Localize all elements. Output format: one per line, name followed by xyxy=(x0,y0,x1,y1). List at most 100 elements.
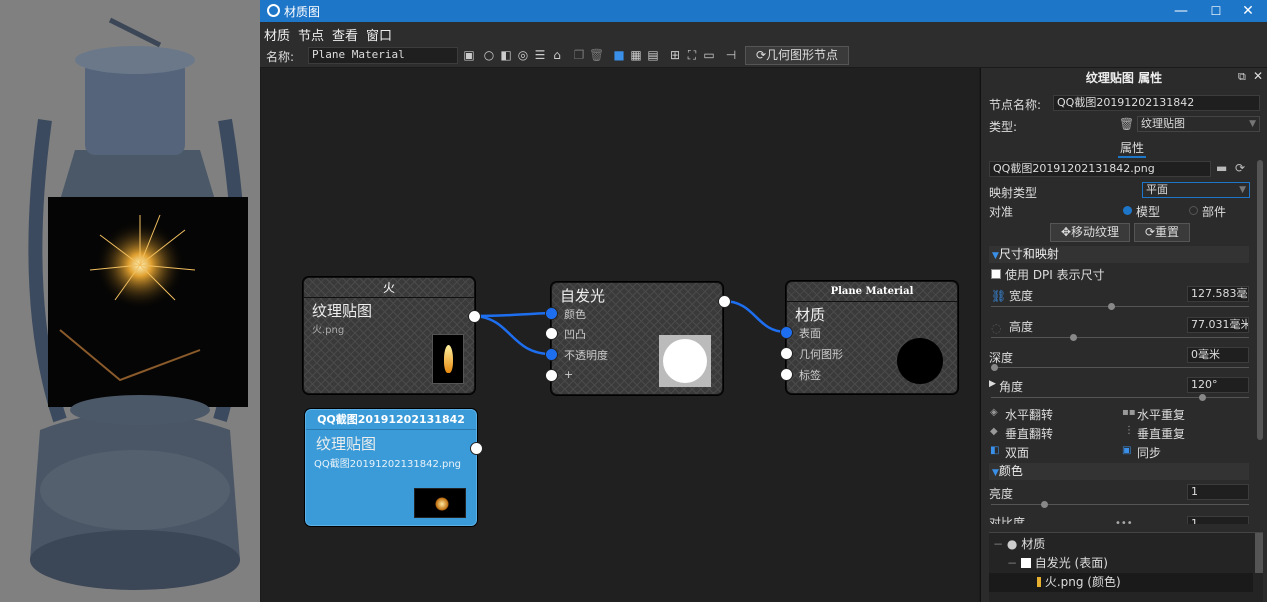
flip-v-icon: ◆ xyxy=(990,426,998,437)
brightness-slider[interactable] xyxy=(991,504,1249,505)
mapping-type-value: 平面 xyxy=(1146,183,1168,196)
input-port-add[interactable] xyxy=(545,369,558,382)
node-graph[interactable]: 火 纹理贴图 火.png 自发光 颜色 凹凸 不透明度 + Plane Mate… xyxy=(261,68,979,602)
depth-input[interactable]: 0毫米 xyxy=(1187,347,1249,363)
brightness-slider-knob[interactable] xyxy=(1041,501,1048,508)
float-icon[interactable]: ⧉ xyxy=(1238,70,1246,84)
section-size-mapping[interactable]: ▼尺寸和映射 xyxy=(989,246,1249,263)
node-file: 火.png xyxy=(312,325,345,336)
angle-input[interactable]: 120° xyxy=(1187,377,1249,393)
output-port[interactable] xyxy=(718,295,731,308)
input-port-bump[interactable] xyxy=(545,327,558,340)
folder-icon[interactable]: ▬ xyxy=(1216,161,1227,175)
tab-properties[interactable]: 属性 xyxy=(1118,139,1147,158)
menu-material[interactable]: 材质 xyxy=(264,25,290,44)
toolbar: 名称: Plane Material ▣ ○ ◧ ◎ ☰ ⌂ ❐ 🗑 ■ ▦ ▤… xyxy=(260,44,1267,68)
move-texture-button[interactable]: ✥移动纹理 xyxy=(1050,223,1130,242)
type-label: 类型: xyxy=(989,120,1018,134)
brightness-label: 亮度 xyxy=(989,487,1014,501)
tree-item-emission[interactable]: − 自发光 (表面) xyxy=(1007,554,1108,573)
link-icon[interactable]: ⛓ xyxy=(991,289,1006,303)
node-material[interactable]: Plane Material 材质 表面 几何图形 标签 xyxy=(780,281,958,394)
contrast-input[interactable]: 1 xyxy=(1187,516,1249,524)
flip-h-button[interactable]: 水平翻转 xyxy=(1005,406,1053,423)
tree-item-fire-png[interactable]: 火.png (颜色) xyxy=(989,573,1253,592)
width-slider[interactable] xyxy=(991,306,1249,307)
tree-item-material[interactable]: − ● 材质 xyxy=(993,535,1045,554)
section-color[interactable]: ▼颜色 xyxy=(989,463,1249,480)
node-qq-texture[interactable]: QQ截图20191202131842 纹理贴图 QQ截图201912021318… xyxy=(305,409,483,526)
node-emission[interactable]: 自发光 颜色 凹凸 不透明度 + xyxy=(545,282,731,395)
frame-icon[interactable]: ▭ xyxy=(702,48,716,62)
height-input[interactable]: 77.031毫米 xyxy=(1187,317,1249,333)
flip-v-button[interactable]: 垂直翻转 xyxy=(1005,425,1053,442)
input-port-color[interactable] xyxy=(545,307,558,320)
grid-icon[interactable]: ▦ xyxy=(629,48,643,62)
lock-icon[interactable]: ⌂ xyxy=(550,48,564,62)
radio-part[interactable] xyxy=(1189,206,1198,215)
trash-icon[interactable]: 🗑 xyxy=(1119,117,1134,131)
copy-icon[interactable]: ❐ xyxy=(572,48,586,62)
checker-icon[interactable]: ◧ xyxy=(499,48,513,62)
target-icon[interactable]: ◎ xyxy=(516,48,530,62)
splitter-handle[interactable]: ••• xyxy=(1115,518,1133,529)
geometry-node-button[interactable]: ⟳几何图形节点 xyxy=(745,46,849,65)
port-label: 标签 xyxy=(799,369,821,382)
title-bar: 材质图 — ☐ ✕ xyxy=(260,0,1267,22)
brightness-input[interactable]: 1 xyxy=(1187,484,1249,500)
delete-icon[interactable]: 🗑 xyxy=(589,48,604,62)
menu-window[interactable]: 窗口 xyxy=(366,25,392,44)
node-name-input[interactable]: QQ截图20191202131842 xyxy=(1053,95,1260,111)
close-button[interactable]: ✕ xyxy=(1232,0,1264,22)
sliders-icon[interactable]: ☰ xyxy=(533,48,547,62)
angle-slider-knob[interactable] xyxy=(1199,394,1206,401)
output-port[interactable] xyxy=(470,442,483,455)
texture-file-input[interactable]: QQ截图20191202131842.png xyxy=(989,161,1211,177)
fit-icon[interactable]: ⛶ xyxy=(685,48,699,62)
menu-node[interactable]: 节点 xyxy=(298,25,324,44)
depth-slider[interactable] xyxy=(991,367,1249,368)
chevron-right-icon[interactable]: ▶ xyxy=(989,379,996,389)
type-select[interactable]: 纹理贴图 ▼ xyxy=(1137,116,1260,132)
angle-slider[interactable] xyxy=(991,397,1249,398)
panel-scrollbar[interactable] xyxy=(1257,160,1263,440)
panel-close-icon[interactable]: ✕ xyxy=(1253,69,1263,83)
save-icon[interactable]: ▣ xyxy=(462,48,476,62)
connect-icon[interactable]: ⊣ xyxy=(724,48,738,62)
dpi-checkbox[interactable] xyxy=(991,269,1001,279)
input-port-surface[interactable] xyxy=(780,326,793,339)
maximize-button[interactable]: ☐ xyxy=(1200,0,1232,22)
node-type: 自发光 xyxy=(560,287,606,305)
3d-viewport[interactable] xyxy=(0,0,260,602)
node-fire-texture[interactable]: 火 纹理贴图 火.png xyxy=(303,277,481,394)
repeat-v-button[interactable]: 垂直重复 xyxy=(1137,425,1185,442)
reset-button[interactable]: ⟳重置 xyxy=(1134,223,1190,242)
output-port[interactable] xyxy=(468,310,481,323)
height-slider-knob[interactable] xyxy=(1070,334,1077,341)
wire-color xyxy=(474,311,552,318)
height-slider[interactable] xyxy=(991,337,1249,338)
filter-icon[interactable]: ▤ xyxy=(646,48,660,62)
sphere-icon[interactable]: ○ xyxy=(482,48,496,62)
material-name-input[interactable]: Plane Material xyxy=(308,47,458,64)
width-input[interactable]: 127.583毫米 xyxy=(1187,286,1249,302)
tree-scrollbar[interactable] xyxy=(1255,533,1263,573)
mapping-type-select[interactable]: 平面 ▼ xyxy=(1142,182,1250,198)
input-port-geometry[interactable] xyxy=(780,347,793,360)
depth-slider-knob[interactable] xyxy=(991,364,998,371)
menu-view[interactable]: 查看 xyxy=(332,25,358,44)
sync-toggle[interactable]: 同步 xyxy=(1137,444,1161,461)
width-slider-knob[interactable] xyxy=(1108,303,1115,310)
repeat-h-button[interactable]: 水平重复 xyxy=(1137,406,1185,423)
material-dot-icon: ● xyxy=(1006,537,1018,551)
input-port-opacity[interactable] xyxy=(545,348,558,361)
input-port-tag[interactable] xyxy=(780,368,793,381)
layout-icon[interactable]: ⊞ xyxy=(668,48,682,62)
radio-model[interactable] xyxy=(1123,206,1132,215)
node-view-icon[interactable]: ■ xyxy=(612,48,626,62)
repeat-h-icon: ▪▪ xyxy=(1122,407,1136,418)
unlink-icon[interactable]: ◌ xyxy=(991,321,1001,335)
minimize-button[interactable]: — xyxy=(1165,0,1197,22)
reload-icon[interactable]: ⟳ xyxy=(1235,161,1245,175)
double-side-toggle[interactable]: 双面 xyxy=(1005,444,1029,461)
